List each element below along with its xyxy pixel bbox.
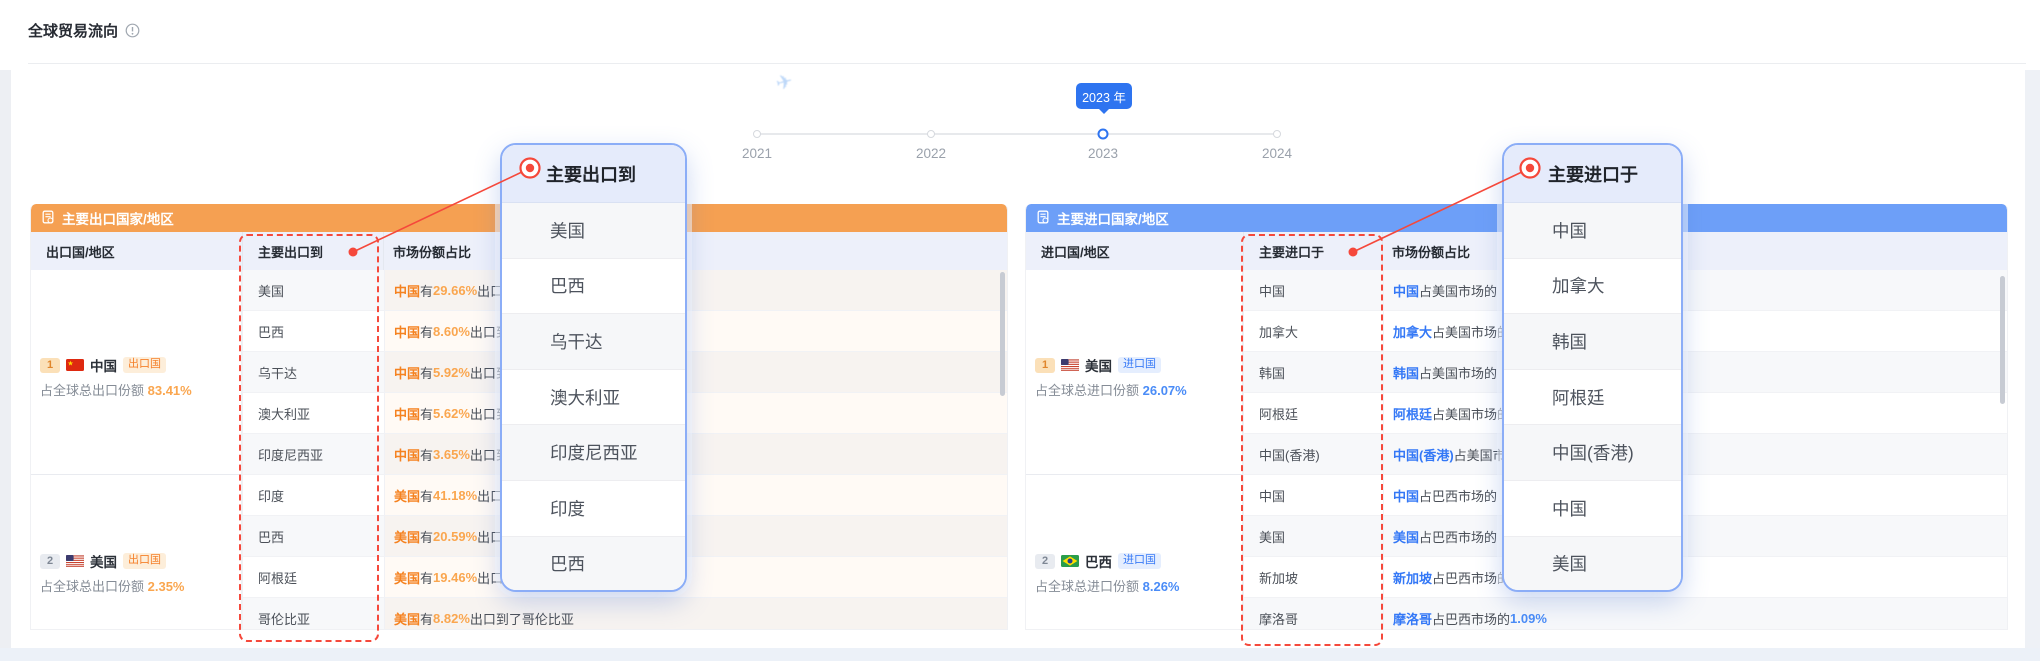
import-magnifier-popup: 主要进口于 中国加拿大韩国阿根廷中国(香港)中国美国 [1502, 143, 1683, 592]
popup-item: 印度 [502, 481, 685, 537]
country-group-cell: 2 巴西进口国占全球总进口份额 8.26% [1026, 475, 1243, 630]
country-name: 巴西 [1085, 551, 1112, 571]
slider-track[interactable] [757, 133, 1279, 135]
market-share-cell: 阿根廷占美国市场的 [1383, 393, 2007, 433]
country-name: 中国 [90, 355, 117, 375]
rank-badge: 1 [40, 358, 60, 373]
popup-item: 加拿大 [1504, 259, 1681, 315]
rank-badge: 1 [1035, 358, 1055, 373]
export-table-title: 主要出口国家/地区 [62, 208, 174, 228]
trade-flow-page: 全球贸易流向 ✈ 2021 2022 2023 2024 2023 年 [0, 0, 2040, 661]
info-circle-icon[interactable] [125, 23, 140, 38]
clipboard-icon [41, 210, 55, 227]
global-share-text: 占全球总出口份额 83.41% [40, 380, 241, 399]
country-group-cell: 2 美国出口国占全球总出口份额 2.35% [31, 475, 242, 630]
import-table-scrollbar[interactable] [2000, 276, 2005, 404]
popup-item: 中国(香港) [1504, 425, 1681, 481]
popup-item: 印度尼西亚 [502, 425, 685, 481]
us-flag-icon [1061, 359, 1079, 371]
cn-flag-icon [66, 359, 84, 371]
us-flag-icon [66, 555, 84, 567]
market-share-cell: 中国占美国市场的 [1383, 270, 2007, 310]
slider-year-label[interactable]: 2023 [1071, 146, 1135, 161]
market-share-cell: 新加坡占巴西市场的 [1383, 557, 2007, 597]
global-share-text: 占全球总进口份额 8.26% [1035, 576, 1242, 595]
market-share-cell: 美国有 41.18% 出口到了印度 [384, 475, 1007, 515]
market-share-cell: 中国有 3.65% 出口到了印度尼西亚 [384, 434, 1007, 474]
export-table-scrollbar[interactable] [1000, 272, 1005, 396]
market-share-cell: 摩洛哥占巴西市场的 1.09% [1383, 598, 2007, 630]
page-title: 全球贸易流向 [28, 20, 140, 41]
export-column-highlight-box [239, 234, 379, 642]
export-magnifier-popup: 主要出口到 美国巴西乌干达澳大利亚印度尼西亚印度巴西 [500, 143, 687, 592]
left-edge-strip [0, 70, 11, 648]
country-name: 美国 [90, 551, 117, 571]
airplane-icon: ✈ [773, 68, 795, 96]
popup-item: 澳大利亚 [502, 370, 685, 426]
col-header-market-share: 市场份额占比 [384, 232, 1007, 270]
bottom-section-edge [0, 648, 2040, 661]
slider-tooltip: 2023 年 [1076, 83, 1132, 109]
role-tag: 进口国 [1118, 553, 1161, 570]
global-share-text: 占全球总进口份额 26.07% [1035, 380, 1242, 399]
slider-year-label[interactable]: 2021 [725, 146, 789, 161]
market-share-cell: 美国占巴西市场的 [1383, 516, 2007, 556]
slider-mark-2021[interactable] [753, 130, 761, 138]
col-header-export-country: 出口国/地区 [31, 232, 242, 270]
country-group-cell: 1 中国出口国占全球总出口份额 83.41% [31, 270, 242, 475]
popup-item: 乌干达 [502, 314, 685, 370]
popup-item: 阿根廷 [1504, 370, 1681, 426]
market-share-cell: 韩国占美国市场的 [1383, 352, 2007, 392]
global-share-text: 占全球总出口份额 2.35% [40, 576, 241, 595]
clipboard-icon [1036, 210, 1050, 227]
rank-badge: 2 [1035, 554, 1055, 569]
market-share-cell: 中国(香港)占美国市场的 [1383, 434, 2007, 474]
market-share-cell: 美国有 19.46% 出口到了阿根廷 [384, 557, 1007, 597]
market-share-cell: 中国有 8.60% 出口到了巴西 [384, 311, 1007, 351]
market-share-cell: 美国有 20.59% 出口到了巴西 [384, 516, 1007, 556]
export-popup-title: 主要出口到 [502, 145, 685, 203]
market-share-cell: 美国有 8.82% 出口到了哥伦比亚 [384, 598, 1007, 630]
slider-year-label[interactable]: 2022 [899, 146, 963, 161]
country-group-cell: 1 美国进口国占全球总进口份额 26.07% [1026, 270, 1243, 475]
role-tag: 进口国 [1118, 357, 1161, 374]
header-divider [28, 63, 2026, 64]
popup-item: 美国 [502, 203, 685, 259]
market-share-cell: 中国有 5.62% 出口到了澳大利亚 [384, 393, 1007, 433]
import-popup-title: 主要进口于 [1504, 145, 1681, 203]
slider-year-label[interactable]: 2024 [1245, 146, 1309, 161]
slider-tooltip-text: 2023 年 [1082, 87, 1126, 106]
popup-item: 巴西 [502, 259, 685, 315]
market-share-cell: 中国占巴西市场的 [1383, 475, 2007, 515]
slider-handle[interactable] [1098, 129, 1109, 140]
import-table-title: 主要进口国家/地区 [1057, 208, 1169, 228]
market-share-cell: 中国有 29.66% 出口到了美国 [384, 270, 1007, 310]
market-share-cell: 中国有 5.92% 出口到了乌干达 [384, 352, 1007, 392]
page-title-text: 全球贸易流向 [28, 20, 118, 41]
role-tag: 出口国 [123, 553, 166, 570]
right-edge-strip [2025, 70, 2040, 661]
col-header-import-country: 进口国/地区 [1026, 232, 1243, 270]
country-name: 美国 [1085, 355, 1112, 375]
slider-mark-2024[interactable] [1273, 130, 1281, 138]
col-header-market-share: 市场份额占比 [1383, 232, 2007, 270]
popup-item: 韩国 [1504, 314, 1681, 370]
market-share-cell: 加拿大占美国市场的 [1383, 311, 2007, 351]
br-flag-icon [1061, 555, 1079, 567]
popup-item: 中国 [1504, 481, 1681, 537]
slider-mark-2022[interactable] [927, 130, 935, 138]
popup-item: 美国 [1504, 537, 1681, 592]
rank-badge: 2 [40, 554, 60, 569]
popup-item: 巴西 [502, 537, 685, 592]
import-column-highlight-box [1241, 234, 1383, 646]
popup-item: 中国 [1504, 203, 1681, 259]
role-tag: 出口国 [123, 357, 166, 374]
